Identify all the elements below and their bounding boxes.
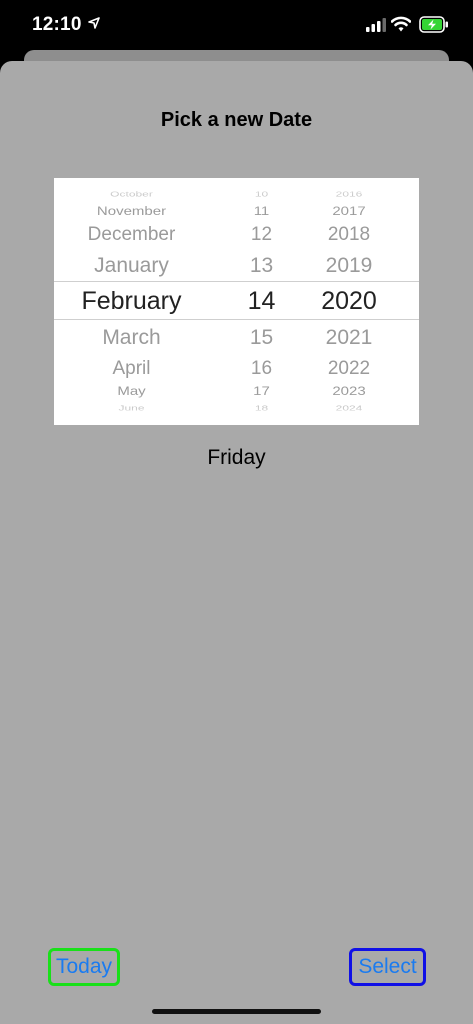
year-option[interactable]: 2024 bbox=[299, 404, 399, 411]
month-option[interactable]: December bbox=[54, 225, 209, 244]
year-wheel[interactable]: 2016 2017 2018 2019 2020 2021 2022 2023 2024 bbox=[299, 178, 399, 425]
sheet-title: Pick a new Date bbox=[160, 109, 313, 131]
year-option[interactable]: 2016 bbox=[299, 190, 399, 197]
day-option[interactable]: 12 bbox=[229, 225, 294, 244]
select-button[interactable]: Select bbox=[349, 948, 426, 986]
wifi-icon bbox=[391, 16, 411, 32]
today-button[interactable]: Today bbox=[48, 948, 120, 986]
year-option[interactable]: 2022 bbox=[299, 359, 399, 378]
month-option[interactable]: October bbox=[54, 190, 209, 197]
year-option[interactable]: 2017 bbox=[299, 205, 399, 217]
day-option[interactable]: 13 bbox=[229, 255, 294, 276]
year-option[interactable]: 2021 bbox=[299, 327, 399, 348]
home-indicator[interactable] bbox=[152, 1009, 321, 1014]
year-option[interactable]: 2018 bbox=[299, 225, 399, 244]
year-option[interactable]: 2020 bbox=[299, 288, 399, 314]
day-option[interactable]: 14 bbox=[229, 288, 294, 314]
battery-charging-icon bbox=[419, 16, 448, 33]
day-option[interactable]: 11 bbox=[229, 205, 294, 217]
day-option[interactable]: 17 bbox=[229, 385, 294, 397]
year-option[interactable]: 2023 bbox=[299, 385, 399, 397]
month-option[interactable]: April bbox=[54, 359, 209, 378]
month-option[interactable]: November bbox=[54, 205, 209, 217]
weekday-label: Friday bbox=[207, 446, 266, 469]
day-option[interactable]: 15 bbox=[229, 327, 294, 348]
day-option[interactable]: 10 bbox=[229, 190, 294, 197]
date-picker[interactable]: October November December January February Ma… bbox=[54, 178, 419, 425]
month-option[interactable]: January bbox=[54, 255, 209, 276]
status-bar: 12:10 bbox=[0, 0, 473, 52]
cellular-signal-icon bbox=[366, 18, 386, 32]
day-option[interactable]: 16 bbox=[229, 359, 294, 378]
date-picker-sheet: Pick a new Date October November December J… bbox=[0, 61, 473, 1024]
month-option[interactable]: March bbox=[54, 327, 209, 348]
month-wheel[interactable]: October November December January February Ma… bbox=[54, 178, 209, 425]
month-option[interactable]: June bbox=[54, 404, 209, 411]
day-option[interactable]: 18 bbox=[229, 404, 294, 411]
location-arrow-icon bbox=[88, 17, 100, 29]
day-wheel[interactable]: 10 11 12 13 14 15 16 17 18 bbox=[229, 178, 294, 425]
year-option[interactable]: 2019 bbox=[299, 255, 399, 276]
month-option[interactable]: February bbox=[54, 288, 209, 314]
status-time: 12:10 bbox=[32, 14, 82, 35]
month-option[interactable]: May bbox=[54, 385, 209, 397]
